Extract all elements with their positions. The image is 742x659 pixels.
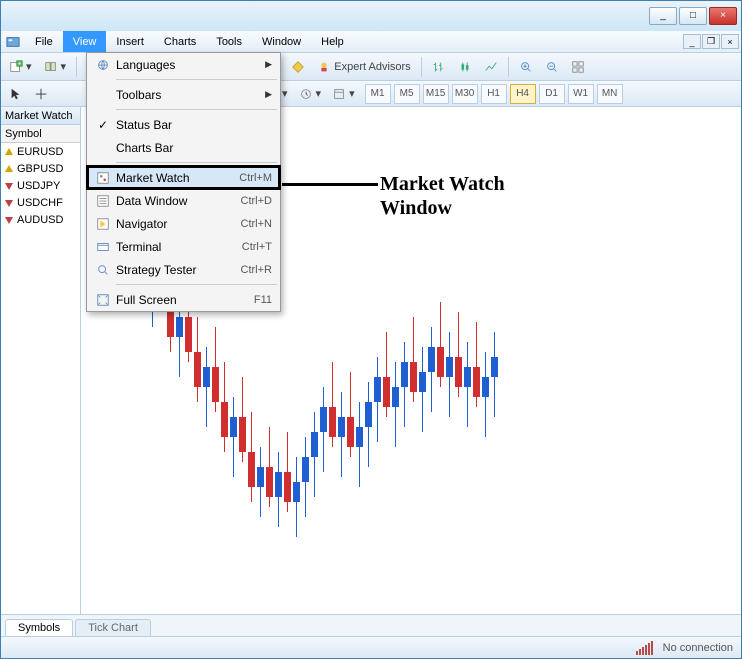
tf-m15[interactable]: M15	[423, 84, 449, 104]
mdi-minimize-button[interactable]: _	[683, 34, 701, 49]
arrow-up-icon	[4, 164, 14, 174]
mdi-controls: _ ❐ ×	[683, 31, 741, 52]
menubar: File View Insert Charts Tools Window Hel…	[1, 31, 741, 53]
menu-view[interactable]: View	[63, 31, 107, 52]
window-close-button[interactable]: ×	[709, 7, 737, 25]
symbol-row[interactable]: EURUSD	[1, 143, 80, 160]
connection-status: No connection	[663, 642, 733, 654]
data-window-icon	[90, 194, 116, 208]
market-watch-icon	[90, 171, 116, 185]
symbol-name: EURUSD	[17, 146, 63, 158]
new-chart-button[interactable]: +▾	[5, 56, 36, 78]
menu-status-bar[interactable]: ✓ Status Bar	[87, 113, 280, 136]
menu-market-watch[interactable]: Market Watch Ctrl+M	[87, 166, 280, 189]
expert-advisors-button[interactable]: Expert Advisors	[313, 56, 414, 78]
zoom-out-button[interactable]	[541, 56, 563, 78]
bottom-tabs: Symbols Tick Chart	[1, 614, 741, 636]
market-watch-col-symbol[interactable]: Symbol	[1, 125, 80, 143]
menu-toolbars[interactable]: Toolbars ▶	[87, 83, 280, 106]
menu-languages[interactable]: Languages ▶	[87, 53, 280, 76]
symbol-row[interactable]: USDJPY	[1, 177, 80, 194]
menu-terminal[interactable]: Terminal Ctrl+T	[87, 235, 280, 258]
arrange-button[interactable]	[567, 56, 589, 78]
symbol-name: USDJPY	[17, 180, 60, 192]
titlebar: _ □ ×	[1, 1, 741, 31]
statusbar: No connection	[1, 636, 741, 658]
zoom-in-button[interactable]	[515, 56, 537, 78]
fullscreen-icon	[90, 293, 116, 307]
submenu-arrow-icon: ▶	[265, 89, 272, 100]
tf-m5[interactable]: M5	[394, 84, 420, 104]
globe-icon	[90, 58, 116, 72]
cursor-button[interactable]	[5, 83, 27, 105]
window-maximize-button[interactable]: □	[679, 7, 707, 25]
chart-line-button[interactable]	[480, 56, 502, 78]
window-minimize-button[interactable]: _	[649, 7, 677, 25]
arrow-down-icon	[4, 215, 14, 225]
arrow-down-icon	[4, 198, 14, 208]
tf-mn[interactable]: MN	[597, 84, 623, 104]
tab-symbols[interactable]: Symbols	[5, 619, 73, 636]
symbol-row[interactable]: AUDUSD	[1, 211, 80, 228]
svg-text:+: +	[18, 60, 22, 67]
terminal-icon	[90, 240, 116, 254]
symbol-name: AUDUSD	[17, 214, 63, 226]
tf-h1[interactable]: H1	[481, 84, 507, 104]
check-icon: ✓	[90, 118, 116, 132]
menu-data-window[interactable]: Data Window Ctrl+D	[87, 189, 280, 212]
templates-button[interactable]: ▾	[328, 83, 359, 105]
periods-button[interactable]: ▾	[295, 83, 326, 105]
market-watch-panel: Market Watch Symbol EURUSD GBPUSD USDJPY US…	[1, 107, 81, 614]
app-icon	[1, 31, 25, 52]
view-dropdown: Languages ▶ Toolbars ▶ ✓ Status Bar Char…	[86, 52, 281, 312]
menu-tools[interactable]: Tools	[206, 31, 252, 52]
metaquotes-button[interactable]	[287, 56, 309, 78]
chart-bar-button[interactable]	[428, 56, 450, 78]
menu-insert[interactable]: Insert	[106, 31, 154, 52]
symbol-name: USDCHF	[17, 197, 63, 209]
menu-window[interactable]: Window	[252, 31, 311, 52]
profiles-button[interactable]: ▾	[40, 56, 71, 78]
menu-help[interactable]: Help	[311, 31, 354, 52]
menu-strategy-tester[interactable]: Strategy Tester Ctrl+R	[87, 258, 280, 281]
arrow-down-icon	[4, 181, 14, 191]
crosshair-button[interactable]	[30, 83, 52, 105]
tf-w1[interactable]: W1	[568, 84, 594, 104]
arrow-up-icon	[4, 147, 14, 157]
tf-d1[interactable]: D1	[539, 84, 565, 104]
connection-bars-icon	[636, 641, 653, 655]
market-watch-title: Market Watch	[1, 107, 80, 125]
mdi-restore-button[interactable]: ❐	[702, 34, 720, 49]
menu-charts[interactable]: Charts	[154, 31, 206, 52]
tf-h4[interactable]: H4	[510, 84, 536, 104]
symbol-row[interactable]: GBPUSD	[1, 160, 80, 177]
menu-charts-bar[interactable]: Charts Bar	[87, 136, 280, 159]
expert-advisors-label: Expert Advisors	[334, 61, 410, 73]
navigator-icon	[90, 217, 116, 231]
menu-file[interactable]: File	[25, 31, 63, 52]
chart-candle-button[interactable]	[454, 56, 476, 78]
submenu-arrow-icon: ▶	[265, 59, 272, 70]
mdi-close-button[interactable]: ×	[721, 34, 739, 49]
symbol-name: GBPUSD	[17, 163, 63, 175]
tab-tick-chart[interactable]: Tick Chart	[75, 619, 151, 636]
magnifier-icon	[90, 263, 116, 277]
menu-navigator[interactable]: Navigator Ctrl+N	[87, 212, 280, 235]
symbol-row[interactable]: USDCHF	[1, 194, 80, 211]
tf-m1[interactable]: M1	[365, 84, 391, 104]
menu-full-screen[interactable]: Full Screen F11	[87, 288, 280, 311]
tf-m30[interactable]: M30	[452, 84, 478, 104]
